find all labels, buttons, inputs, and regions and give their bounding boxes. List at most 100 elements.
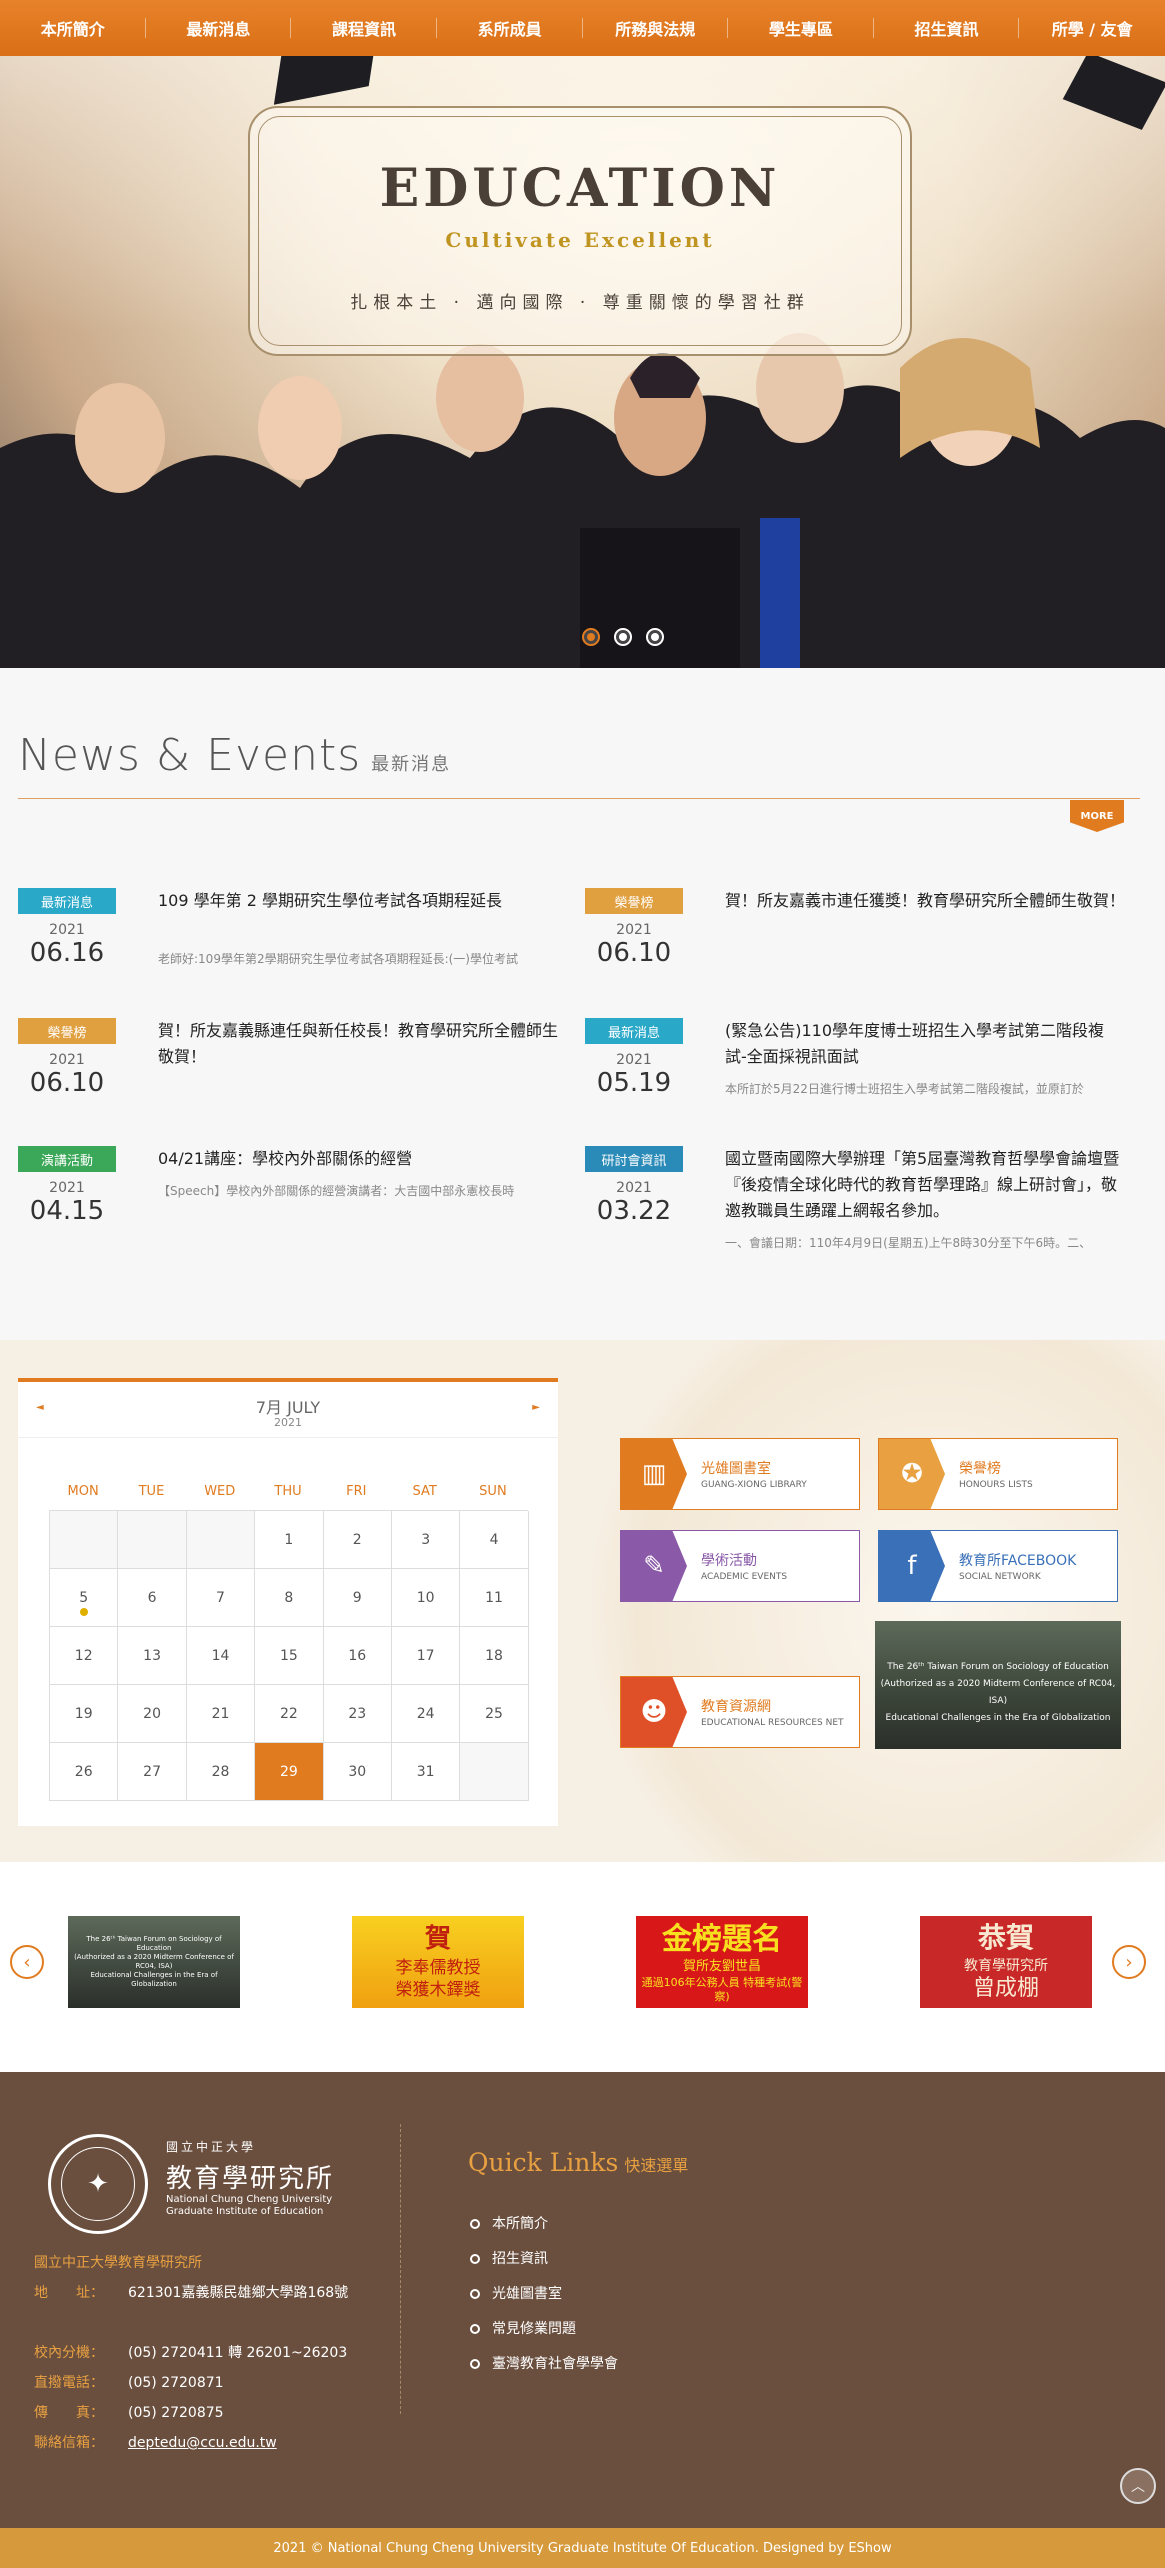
bullet-circle-icon [470, 2324, 480, 2334]
calendar-today[interactable]: 29 [255, 1743, 324, 1801]
nav-item[interactable]: 課程資訊 [291, 0, 437, 56]
news-title-link[interactable]: (緊急公告)110學年度博士班招生入學考試第二階段複試-全面採視訊面試 [725, 1018, 1125, 1070]
calendar-day[interactable]: 23 [323, 1685, 392, 1743]
copyright: 2021 © National Chung Cheng University G… [0, 2528, 1165, 2568]
news-tag: 最新消息 [18, 888, 116, 914]
address-value: 621301嘉義縣民雄鄉大學路168號 [128, 2285, 349, 2301]
news-date: 06.16 [29, 938, 105, 968]
carousel-banner[interactable]: 賀李奉儒教授 榮獲木鐸獎 [352, 1916, 524, 2008]
calendar-day[interactable]: 18 [460, 1627, 529, 1685]
calendar-day[interactable]: 3 [391, 1511, 461, 1569]
carousel-banner-line: 恭賀 [977, 1921, 1034, 1955]
calendar-day[interactable]: 20 [118, 1685, 187, 1743]
quick-link-document[interactable]: ✎ 學術活動 ACADEMIC EVENTS [620, 1530, 860, 1602]
quick-link-people[interactable]: ☻ 教育資源網 EDUCATIONAL RESOURCES NET [620, 1676, 860, 1748]
calendar-day[interactable]: 9 [323, 1569, 392, 1627]
nav-item[interactable]: 最新消息 [146, 0, 292, 56]
calendar-day[interactable]: 12 [50, 1627, 119, 1685]
bullet-circle-icon [470, 2219, 480, 2229]
calendar-day[interactable]: 16 [323, 1627, 392, 1685]
weekday-label: SAT [412, 1484, 437, 1499]
quick-links-title-zh: 快速選單 [624, 2156, 689, 2175]
calendar-day[interactable]: 10 [391, 1569, 461, 1627]
calendar-day[interactable]: 31 [391, 1743, 461, 1801]
slider-dot[interactable] [582, 628, 600, 646]
news-title: News & Events [18, 730, 362, 781]
calendar-day[interactable]: 6 [118, 1569, 187, 1627]
footer-link[interactable]: 常見修業問題 [470, 2317, 576, 2341]
calendar-day[interactable]: 26 [50, 1743, 119, 1801]
ext-value: (05) 2720411 轉 26201~26203 [128, 2345, 348, 2361]
news-item[interactable]: 研討會資訊 2021 03.22 國立暨南國際大學辦理「第5屆臺灣教育哲學學會論壇暨『… [585, 1146, 1145, 1256]
news-title-link[interactable]: 04/21講座：學校內外部關係的經營 [158, 1146, 558, 1172]
news-title-link[interactable]: 國立暨南國際大學辦理「第5屆臺灣教育哲學學會論壇暨『後疫情全球化時代的教育哲學理… [725, 1146, 1125, 1224]
calendar: ◄ 7月 JULY 2021 ► MON TUE WED THU FRI SAT SUN 1… [18, 1378, 558, 1826]
calendar-day[interactable]: 24 [391, 1685, 461, 1743]
news-item[interactable]: 榮譽榜 2021 06.10 賀！所友嘉義市連任獲獎！教育學研究所全體師生敬賀！ [585, 888, 1145, 998]
carousel-banner[interactable]: 恭賀 教育學研究所 曾成棚 [920, 1916, 1092, 2008]
quick-link-facebook[interactable]: f 教育所FACEBOOK SOCIAL NETWORK [878, 1530, 1118, 1602]
more-button[interactable]: MORE [1070, 800, 1124, 832]
calendar-day[interactable]: 13 [118, 1627, 187, 1685]
carousel-banner[interactable]: The 26ᵗʰ Taiwan Forum on Sociology of Ed… [68, 1916, 240, 2008]
news-item[interactable]: 演講活動 2021 04.15 04/21講座：學校內外部關係的經營 【Speech】學… [18, 1146, 578, 1256]
footer-link[interactable]: 本所簡介 [470, 2212, 548, 2236]
calendar-day[interactable]: 8 [255, 1569, 324, 1627]
nav-item[interactable]: 本所簡介 [0, 0, 146, 56]
calendar-day[interactable]: 15 [255, 1627, 324, 1685]
hero-title: EDUCATION [379, 158, 781, 219]
footer-link[interactable]: 臺灣教育社會學學會 [470, 2352, 622, 2376]
news-item[interactable]: 榮譽榜 2021 06.10 賀！所友嘉義縣連任與新任校長！教育學研究所全體師生 敬賀… [18, 1018, 578, 1128]
news-title-zh: 最新消息 [371, 754, 452, 775]
nav-item[interactable]: 學生專區 [728, 0, 874, 56]
carousel-banner-line: 通過106年公務人員 特種考試(警察) [641, 1975, 803, 2003]
news-tag: 演講活動 [18, 1146, 116, 1172]
carousel-banner-line: 李奉儒教授 [395, 1957, 481, 1978]
quick-link-library[interactable]: ▥ 光雄圖書室 GUANG-XIONG LIBRARY [620, 1438, 860, 1510]
calendar-day[interactable]: 19 [50, 1685, 119, 1743]
carousel-prev-icon[interactable]: ‹ [10, 1945, 44, 1979]
calendar-next-arrow-icon[interactable]: ► [532, 1402, 540, 1413]
news-title-link[interactable]: 賀！所友嘉義縣連任與新任校長！教育學研究所全體師生 敬賀！ [158, 1018, 558, 1070]
calendar-day[interactable]: 11 [460, 1569, 529, 1627]
footer-link[interactable]: 招生資訊 [470, 2247, 548, 2271]
news-item[interactable]: 最新消息 2021 05.19 (緊急公告)110學年度博士班招生入學考試第二階段複試… [585, 1018, 1145, 1128]
calendar-day[interactable]: 5 [50, 1569, 119, 1627]
calendar-day[interactable]: 4 [460, 1511, 529, 1569]
calendar-day[interactable]: 22 [255, 1685, 324, 1743]
calendar-day[interactable]: 17 [391, 1627, 461, 1685]
weekday-label: FRI [346, 1484, 367, 1499]
quick-link-subtitle: HONOURS LISTS [959, 1480, 1033, 1490]
calendar-day[interactable]: 2 [323, 1511, 392, 1569]
logo-english: National Chung Cheng University Graduate … [166, 2194, 332, 2218]
nav-item[interactable]: 所學 / 友會 [1019, 0, 1165, 56]
news-divider [18, 798, 1140, 799]
bullet-circle-icon [470, 2359, 480, 2369]
news-item[interactable]: 最新消息 2021 06.16 109 學年第 2 學期研究生學位考試各項期程延長 老師… [18, 888, 578, 998]
nav-item[interactable]: 所務與法規 [583, 0, 729, 56]
news-title-link[interactable]: 賀！所友嘉義市連任獲獎！教育學研究所全體師生敬賀！ [725, 888, 1125, 914]
news-title-link[interactable]: 109 學年第 2 學期研究生學位考試各項期程延長 [158, 888, 558, 914]
calendar-day[interactable]: 30 [323, 1743, 392, 1801]
calendar-day[interactable]: 21 [186, 1685, 256, 1743]
nav-item[interactable]: 系所成員 [437, 0, 583, 56]
carousel-next-icon[interactable]: › [1112, 1945, 1146, 1979]
forum-banner[interactable]: The 26ᵗʰ Taiwan Forum on Sociology of Ed… [875, 1621, 1121, 1749]
slider-dot[interactable] [646, 628, 664, 646]
slider-dot[interactable] [614, 628, 632, 646]
carousel-banner[interactable]: 金榜題名 賀所友劉世昌 通過106年公務人員 特種考試(警察) [636, 1916, 808, 2008]
news-summary: 老師好:109學年第2學期研究生學位考試各項期程延長:(一)學位考試 [158, 952, 518, 966]
quick-link-medal[interactable]: ✪ 榮譽榜 HONOURS LISTS [878, 1438, 1118, 1510]
bullet-circle-icon [470, 2254, 480, 2264]
footer-link[interactable]: 光雄圖書室 [470, 2282, 562, 2306]
calendar-day[interactable]: 28 [186, 1743, 256, 1801]
calendar-day[interactable]: 27 [118, 1743, 187, 1801]
calendar-day[interactable]: 14 [186, 1627, 256, 1685]
calendar-day[interactable]: 1 [255, 1511, 324, 1569]
email-link[interactable]: deptedu@ccu.edu.tw [128, 2435, 277, 2451]
nav-item[interactable]: 招生資訊 [874, 0, 1020, 56]
calendar-day[interactable]: 25 [460, 1685, 529, 1743]
news-year: 2021 [616, 1180, 652, 1196]
calendar-day[interactable]: 7 [186, 1569, 256, 1627]
back-to-top-icon[interactable]: ︿ [1120, 2468, 1156, 2504]
